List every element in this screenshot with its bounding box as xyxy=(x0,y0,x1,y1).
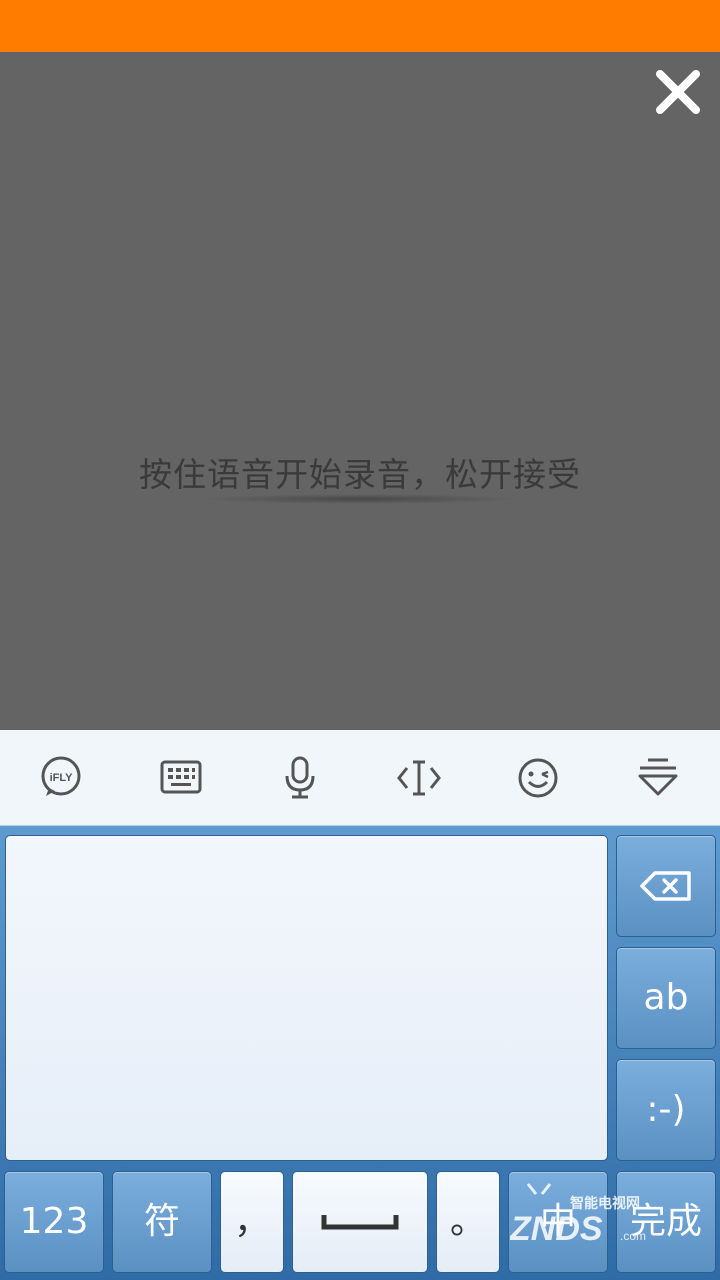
ifly-logo-icon[interactable]: iFLY xyxy=(37,754,85,802)
language-key[interactable]: 中 xyxy=(508,1171,608,1273)
number-key-label: 123 xyxy=(19,1201,89,1242)
language-key-label: 中 xyxy=(539,1201,576,1242)
symbol-key[interactable]: 符 xyxy=(112,1171,212,1273)
ifly-logo-text: iFLY xyxy=(50,772,73,784)
close-icon xyxy=(656,70,700,114)
delete-key[interactable] xyxy=(616,835,716,937)
emoji-icon[interactable] xyxy=(514,754,562,802)
done-key[interactable]: 完成 xyxy=(616,1171,716,1273)
cursor-edit-icon[interactable] xyxy=(395,754,443,802)
backspace-icon xyxy=(640,871,691,901)
comma-key[interactable]: ， xyxy=(220,1171,284,1273)
keyboard-panel: ab :-) 123 符 ， 。 中 完成 xyxy=(0,826,720,1280)
space-key[interactable] xyxy=(292,1171,428,1273)
english-key[interactable]: ab xyxy=(616,947,716,1049)
hide-keyboard-icon[interactable] xyxy=(634,754,682,802)
voice-hint-text: 按住语音开始录音，松开接受 xyxy=(139,455,581,494)
microphone-icon[interactable] xyxy=(276,754,324,802)
english-key-label: ab xyxy=(643,977,689,1018)
period-key[interactable]: 。 xyxy=(436,1171,500,1273)
voice-overlay[interactable] xyxy=(0,52,720,730)
status-bar xyxy=(0,0,720,52)
done-key-label: 完成 xyxy=(629,1201,702,1242)
comma-key-label: ， xyxy=(233,1201,270,1242)
hint-shadow xyxy=(200,494,520,504)
emoticon-key[interactable]: :-) xyxy=(616,1059,716,1161)
symbol-key-label: 符 xyxy=(143,1201,180,1242)
close-button[interactable] xyxy=(652,66,704,118)
keyboard-icon[interactable] xyxy=(157,754,205,802)
space-bar-icon xyxy=(321,1215,399,1230)
handwriting-area[interactable] xyxy=(5,835,608,1161)
emoticon-key-label: :-) xyxy=(646,1089,686,1130)
ime-toolbar: iFLY xyxy=(0,730,720,826)
period-key-label: 。 xyxy=(449,1201,486,1242)
number-key[interactable]: 123 xyxy=(4,1171,104,1273)
